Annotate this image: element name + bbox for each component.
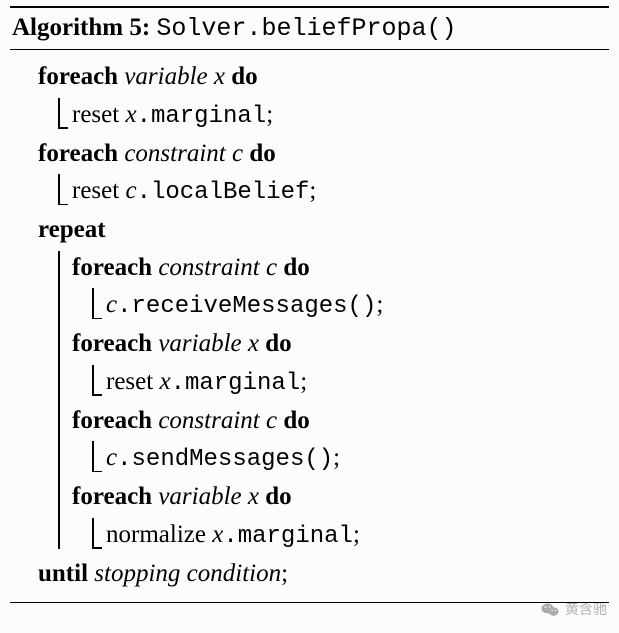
loop-body: reset x .marginal ; bbox=[52, 96, 605, 135]
kw-foreach: foreach bbox=[72, 403, 152, 439]
code-localbelief: .localBelief bbox=[137, 176, 310, 210]
word-reset: reset bbox=[72, 97, 125, 133]
algo-line: foreach variable x do bbox=[72, 325, 605, 363]
watermark: 黄含驰 bbox=[541, 599, 607, 619]
algo-line: reset c .localBelief ; bbox=[72, 172, 605, 211]
algo-line: foreach constraint c do bbox=[72, 402, 605, 440]
algo-line: foreach variable x do bbox=[38, 58, 605, 96]
algo-line: until stopping condition ; bbox=[38, 555, 605, 593]
algorithm-label: Algorithm 5: bbox=[12, 14, 150, 41]
loop-var: constraint c bbox=[158, 250, 277, 286]
var-c: c bbox=[125, 173, 136, 209]
algo-line: c .sendMessages() ; bbox=[106, 439, 605, 478]
algo-line: foreach constraint c do bbox=[38, 135, 605, 173]
code-marginal: .marginal bbox=[137, 100, 267, 134]
loop-var: constraint c bbox=[124, 136, 243, 172]
loop-var: variable x bbox=[124, 59, 225, 95]
semi: ; bbox=[266, 97, 273, 133]
stopping-condition: stopping condition bbox=[94, 556, 281, 592]
loop-body: reset c .localBelief ; bbox=[52, 172, 605, 211]
algo-line: foreach variable x do bbox=[72, 478, 605, 516]
kw-foreach: foreach bbox=[72, 326, 152, 362]
algo-line: normalize x .marginal ; bbox=[106, 516, 605, 555]
wechat-icon bbox=[541, 602, 559, 617]
kw-do: do bbox=[249, 136, 275, 172]
algo-line: c .receiveMessages() ; bbox=[106, 286, 605, 325]
semi: ; bbox=[376, 287, 383, 323]
algorithm-body: foreach variable x do reset x .marginal … bbox=[10, 50, 609, 602]
kw-foreach: foreach bbox=[38, 136, 118, 172]
algo-line: repeat bbox=[38, 211, 605, 249]
code-marginal: .marginal bbox=[171, 367, 301, 401]
loop-body: normalize x .marginal ; bbox=[86, 516, 605, 555]
algo-line: foreach constraint c do bbox=[72, 249, 605, 287]
algorithm-name-code: Solver.beliefPropa() bbox=[156, 14, 456, 43]
loop-body: c .receiveMessages() ; bbox=[86, 286, 605, 325]
semi: ; bbox=[333, 440, 340, 476]
kw-foreach: foreach bbox=[38, 59, 118, 95]
word-reset: reset bbox=[72, 173, 125, 209]
loop-var: variable x bbox=[158, 326, 259, 362]
loop-body: reset x .marginal ; bbox=[86, 363, 605, 402]
algo-line: reset x .marginal ; bbox=[72, 96, 605, 135]
rule-bottom bbox=[10, 602, 609, 603]
kw-do: do bbox=[265, 326, 291, 362]
loop-var: variable x bbox=[158, 479, 259, 515]
algorithm-box: Algorithm 5: Solver.beliefPropa() foreac… bbox=[10, 6, 609, 603]
word-normalize: normalize bbox=[106, 517, 212, 553]
word-reset: reset bbox=[106, 364, 159, 400]
algo-line: reset x .marginal ; bbox=[106, 363, 605, 402]
code-sendmessages: .sendMessages() bbox=[117, 443, 333, 477]
kw-do: do bbox=[265, 479, 291, 515]
semi: ; bbox=[309, 173, 316, 209]
var-x: x bbox=[159, 364, 170, 400]
semi: ; bbox=[281, 556, 288, 592]
kw-foreach: foreach bbox=[72, 250, 152, 286]
kw-do: do bbox=[283, 250, 309, 286]
loop-body: c .sendMessages() ; bbox=[86, 439, 605, 478]
algorithm-title: Algorithm 5: Solver.beliefPropa() bbox=[10, 8, 609, 49]
kw-do: do bbox=[283, 403, 309, 439]
repeat-body: foreach constraint c do c .receiveMessag… bbox=[52, 249, 605, 555]
var-c: c bbox=[106, 440, 117, 476]
var-x: x bbox=[125, 97, 136, 133]
watermark-author: 黄含驰 bbox=[565, 599, 607, 619]
kw-do: do bbox=[231, 59, 257, 95]
code-receivemessages: .receiveMessages() bbox=[117, 290, 376, 324]
code-marginal: .marginal bbox=[223, 520, 353, 554]
kw-foreach: foreach bbox=[72, 479, 152, 515]
var-c: c bbox=[106, 287, 117, 323]
kw-until: until bbox=[38, 556, 88, 592]
var-x: x bbox=[212, 517, 223, 553]
loop-var: constraint c bbox=[158, 403, 277, 439]
semi: ; bbox=[300, 364, 307, 400]
kw-repeat: repeat bbox=[38, 212, 106, 248]
semi: ; bbox=[353, 517, 360, 553]
